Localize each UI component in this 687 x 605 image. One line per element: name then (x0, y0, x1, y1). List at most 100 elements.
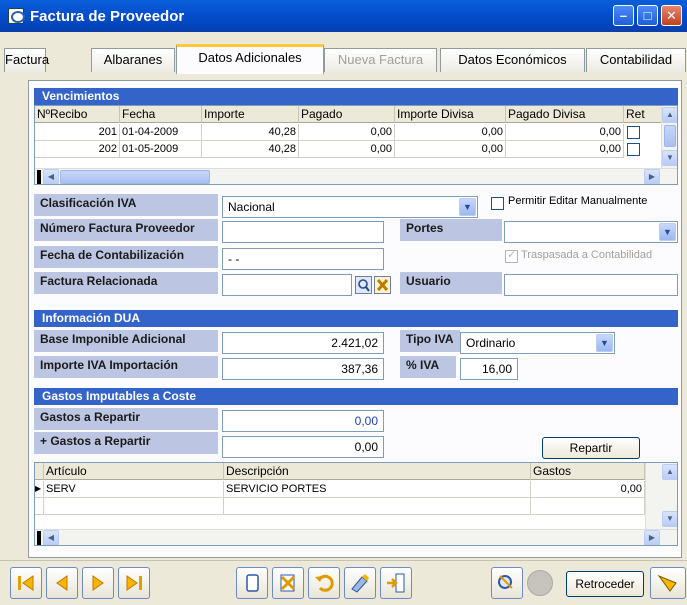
empty-cell (35, 498, 44, 515)
base-imponible-label: Base Imponible Adicional (34, 330, 218, 352)
last-icon[interactable] (118, 567, 150, 599)
col-fecha[interactable]: Fecha (120, 106, 202, 123)
fecha-contabilizacion-label: Fecha de Contabilización (34, 246, 218, 268)
vertical-scrollbar[interactable]: ▲ ▼ (645, 463, 677, 529)
col-gastos[interactable]: Gastos (531, 463, 645, 480)
ret-checkbox[interactable] (627, 126, 640, 139)
factura-relacionada-input[interactable] (222, 274, 352, 296)
tab-contabilidad[interactable]: Contabilidad (586, 48, 686, 72)
vencimientos-grid[interactable]: NºRecibo Fecha Importe Pagado Importe Di… (34, 105, 678, 185)
close-button[interactable]: ✕ (661, 5, 682, 26)
cell-descripcion[interactable]: SERVICIO PORTES (224, 481, 531, 498)
scroll-left-icon[interactable]: ◀ (43, 169, 59, 184)
chevron-down-icon[interactable]: ▼ (596, 334, 613, 352)
scroll-right-icon[interactable]: ▶ (644, 169, 660, 184)
col-nrecibo[interactable]: NºRecibo (35, 106, 120, 123)
plus-gastos-repartir-label: + Gastos a Repartir (34, 432, 218, 454)
col-importe-divisa[interactable]: Importe Divisa (395, 106, 506, 123)
cell-importe[interactable]: 40,28 (202, 124, 299, 141)
section-gastos: Gastos Imputables a Coste (34, 388, 678, 405)
delete-icon[interactable] (272, 567, 304, 599)
tab-factura[interactable]: Factura (4, 48, 49, 72)
empty-cell[interactable] (531, 498, 645, 515)
undo-icon[interactable] (308, 567, 340, 599)
clear-icon[interactable] (374, 276, 391, 294)
tab-datos-adicionales[interactable]: Datos Adicionales (176, 44, 324, 74)
retroceder-button[interactable]: Retroceder (566, 571, 644, 597)
cell-pagado[interactable]: 0,00 (299, 141, 395, 158)
col-pagado-divisa[interactable]: Pagado Divisa (506, 106, 624, 123)
permitir-editar-label: Permitir Editar Manualmente (508, 195, 648, 207)
tab-datos-economicos[interactable]: Datos Económicos (440, 48, 585, 72)
permitir-editar-checkbox[interactable] (491, 197, 504, 210)
horizontal-scrollbar[interactable]: ◀ ▶ (35, 529, 677, 545)
app-icon (8, 8, 25, 24)
col-pagado[interactable]: Pagado (299, 106, 395, 123)
status-icon (527, 570, 553, 596)
maximize-button[interactable]: □ (637, 5, 658, 26)
clasificacion-iva-select[interactable]: Nacional ▼ (222, 196, 478, 218)
ret-checkbox[interactable] (627, 143, 640, 156)
empty-cell[interactable] (224, 498, 531, 515)
tipo-iva-label: Tipo IVA (400, 330, 460, 352)
col-descripcion[interactable]: Descripción (224, 463, 531, 480)
search-icon[interactable] (491, 567, 523, 599)
gastos-repartir-input[interactable]: 0,00 (222, 410, 384, 432)
exit-icon[interactable] (380, 567, 412, 599)
scroll-up-icon[interactable]: ▲ (662, 464, 677, 480)
col-importe[interactable]: Importe (202, 106, 299, 123)
cell-fecha[interactable]: 01-04-2009 (120, 124, 202, 141)
retroceder-label: Retroceder (575, 577, 635, 591)
portes-select[interactable]: ▼ (504, 221, 678, 243)
gastos-repartir-label: Gastos a Repartir (34, 408, 218, 430)
empty-cell[interactable] (44, 498, 224, 515)
prev-icon[interactable] (46, 567, 78, 599)
gastos-grid[interactable]: Artículo Descripción Gastos ▶ SERV SERVI… (34, 462, 678, 546)
col-ret[interactable]: Ret (624, 106, 664, 123)
cell-recibo[interactable]: 202 (35, 141, 120, 158)
search-icon[interactable] (355, 276, 372, 294)
new-icon[interactable] (236, 567, 268, 599)
portes-label: Portes (400, 219, 502, 241)
edit-icon[interactable] (344, 567, 376, 599)
base-imponible-input[interactable]: 2.421,02 (222, 332, 384, 354)
importe-iva-input[interactable]: 387,36 (222, 358, 384, 380)
scroll-right-icon[interactable]: ▶ (644, 530, 660, 545)
cell-recibo[interactable]: 201 (35, 124, 120, 141)
chevron-down-icon[interactable]: ▼ (459, 198, 476, 216)
cell-articulo[interactable]: SERV (44, 481, 224, 498)
scroll-left-icon[interactable]: ◀ (43, 530, 59, 545)
next-icon[interactable] (82, 567, 114, 599)
repartir-button[interactable]: Repartir (542, 437, 640, 459)
row-indicator-col (35, 463, 44, 480)
scroll-down-icon[interactable]: ▼ (662, 511, 677, 527)
window-title: Factura de Proveedor (30, 7, 185, 25)
cell-importe[interactable]: 40,28 (202, 141, 299, 158)
chevron-down-icon[interactable]: ▼ (659, 223, 676, 241)
cell-pagado-divisa[interactable]: 0,00 (506, 141, 624, 158)
horizontal-scrollbar[interactable]: ◀ ▶ (35, 168, 677, 184)
fecha-contabilizacion-input[interactable]: - - (222, 248, 384, 270)
first-icon[interactable] (10, 567, 42, 599)
vertical-scrollbar[interactable]: ▲ ▼ (661, 106, 677, 168)
minimize-button[interactable]: – (613, 5, 634, 26)
scroll-down-icon[interactable]: ▼ (662, 150, 677, 166)
tool-icon[interactable] (650, 567, 686, 599)
scroll-thumb[interactable] (60, 170, 210, 184)
cell-importe-divisa[interactable]: 0,00 (395, 124, 506, 141)
grid-header: Artículo Descripción Gastos (35, 463, 663, 480)
cell-pagado-divisa[interactable]: 0,00 (506, 124, 624, 141)
scroll-up-icon[interactable]: ▲ (662, 107, 677, 123)
cell-pagado[interactable]: 0,00 (299, 124, 395, 141)
cell-fecha[interactable]: 01-05-2009 (120, 141, 202, 158)
cell-gastos[interactable]: 0,00 (531, 481, 645, 498)
pct-iva-input[interactable]: 16,00 (460, 358, 518, 380)
scroll-thumb[interactable] (664, 125, 676, 147)
numero-factura-input[interactable] (222, 221, 384, 243)
col-articulo[interactable]: Artículo (44, 463, 224, 480)
tab-albaranes[interactable]: Albaranes (91, 48, 175, 72)
cell-importe-divisa[interactable]: 0,00 (395, 141, 506, 158)
usuario-input[interactable] (504, 274, 678, 296)
plus-gastos-repartir-input[interactable]: 0,00 (222, 436, 384, 458)
tipo-iva-select[interactable]: Ordinario ▼ (460, 332, 615, 354)
